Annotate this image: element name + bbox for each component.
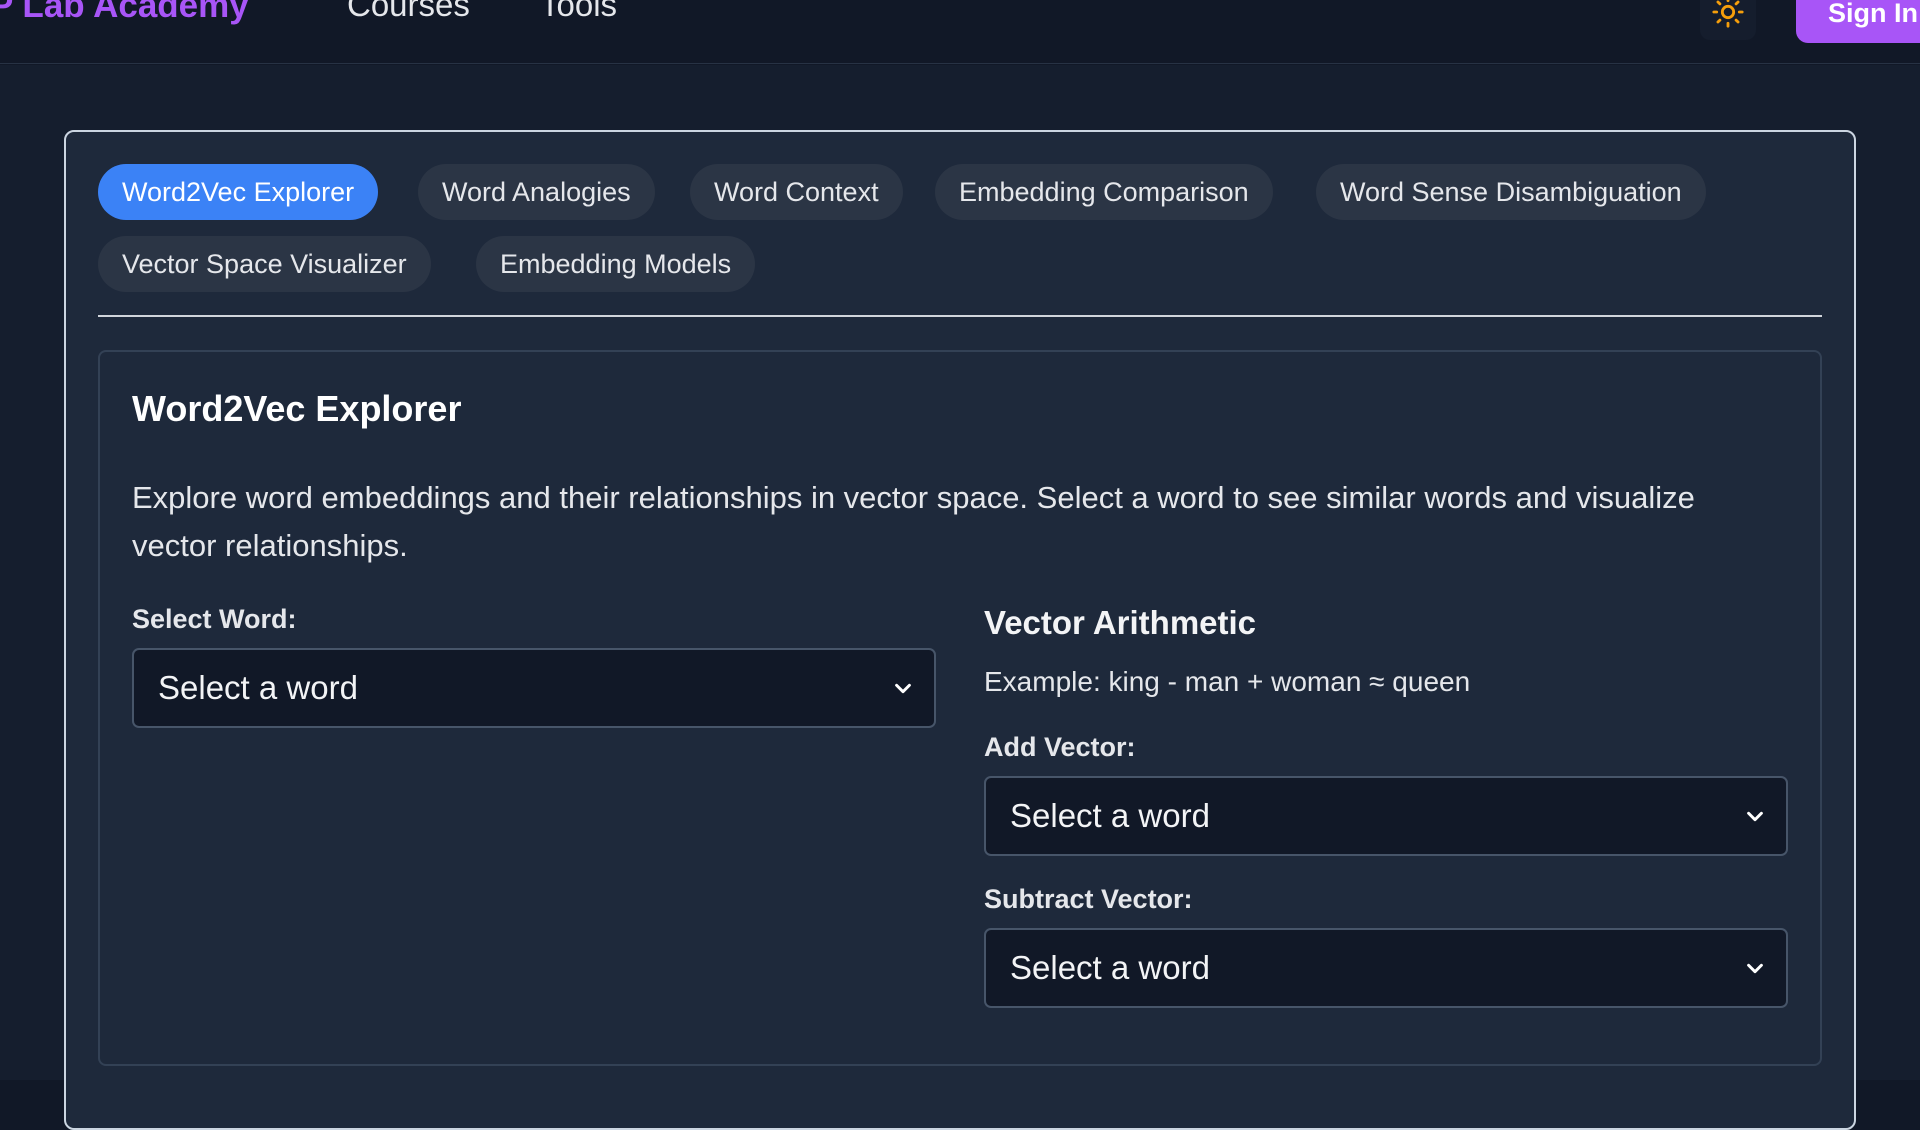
vector-arithmetic-title: Vector Arithmetic: [984, 604, 1257, 641]
panel-title: Word2Vec Explorer: [132, 388, 462, 429]
theme-toggle-button[interactable]: [1700, 0, 1756, 40]
select-word-dropdown[interactable]: Select a word: [132, 648, 936, 728]
vector-arithmetic-example: Example: king - man + woman ≈ queen: [984, 666, 1471, 697]
nav-link-courses[interactable]: Courses: [347, 0, 470, 24]
brand-logo-link[interactable]: P Lab Academy: [0, 0, 249, 26]
tab-embedding-comparison[interactable]: Embedding Comparison: [935, 164, 1273, 220]
nav-link-tools[interactable]: Tools: [540, 0, 617, 24]
select-word-value: Select a word: [158, 669, 358, 706]
sun-icon: [1712, 0, 1744, 28]
sign-in-button[interactable]: Sign In: [1796, 0, 1920, 43]
subtract-vector-value: Select a word: [1010, 949, 1210, 986]
tab-word2vec-explorer[interactable]: Word2Vec Explorer: [98, 164, 379, 220]
tab-vector-space-visualizer[interactable]: Vector Space Visualizer: [98, 236, 431, 292]
tab-embedding-models[interactable]: Embedding Models: [476, 236, 756, 292]
chevron-down-icon: [895, 683, 911, 694]
add-vector-dropdown[interactable]: Select a word: [984, 776, 1788, 856]
add-vector-value: Select a word: [1010, 797, 1210, 834]
subtract-vector-dropdown[interactable]: Select a word: [984, 928, 1788, 1008]
tab-word-sense-disambiguation[interactable]: Word Sense Disambiguation: [1316, 164, 1706, 220]
chevron-down-icon: [1747, 963, 1763, 974]
select-word-label: Select Word:: [132, 604, 297, 634]
tabs-divider: [98, 315, 1822, 317]
tab-word-context[interactable]: Word Context: [690, 164, 903, 220]
add-vector-label: Add Vector:: [984, 732, 1136, 762]
top-navigation-bar: P Lab Academy Courses Tools Sign In: [0, 0, 1920, 64]
chevron-down-icon: [1747, 811, 1763, 822]
tab-word-analogies[interactable]: Word Analogies: [418, 164, 655, 220]
subtract-vector-label: Subtract Vector:: [984, 884, 1193, 914]
panel-description: Explore word embeddings and their relati…: [132, 480, 1695, 563]
